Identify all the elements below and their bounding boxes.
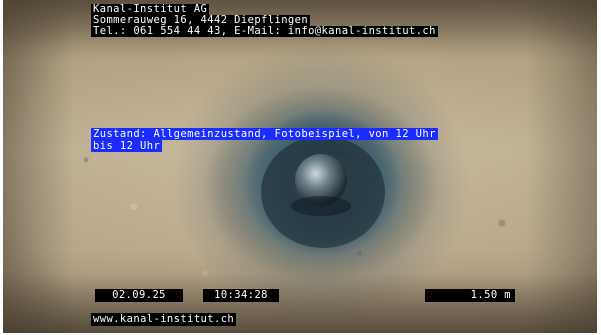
condition-line-2: bis 12 Uhr xyxy=(91,140,163,152)
distance-display: 1.50 m xyxy=(425,289,515,302)
company-header: Kanal-Institut AG Sommerauweg 16, 4442 D… xyxy=(91,4,438,37)
pipe-inspection-frame: Kanal-Institut AG Sommerauweg 16, 4442 D… xyxy=(3,0,597,333)
company-contact: Tel.: 061 554 44 43, E-Mail: info@kanal-… xyxy=(91,25,438,37)
condition-line-1: Zustand: Allgemeinzustand, Fotobeispiel,… xyxy=(91,128,438,140)
website-url: www.kanal-institut.ch xyxy=(91,313,237,326)
date-display: 02.09.25 xyxy=(95,289,183,302)
condition-annotation: Zustand: Allgemeinzustand, Fotobeispiel,… xyxy=(91,128,438,152)
pipe-bore-illustration xyxy=(203,87,439,283)
time-display: 10:34:28 xyxy=(203,289,279,302)
pipe-knob-shadow xyxy=(291,196,351,216)
